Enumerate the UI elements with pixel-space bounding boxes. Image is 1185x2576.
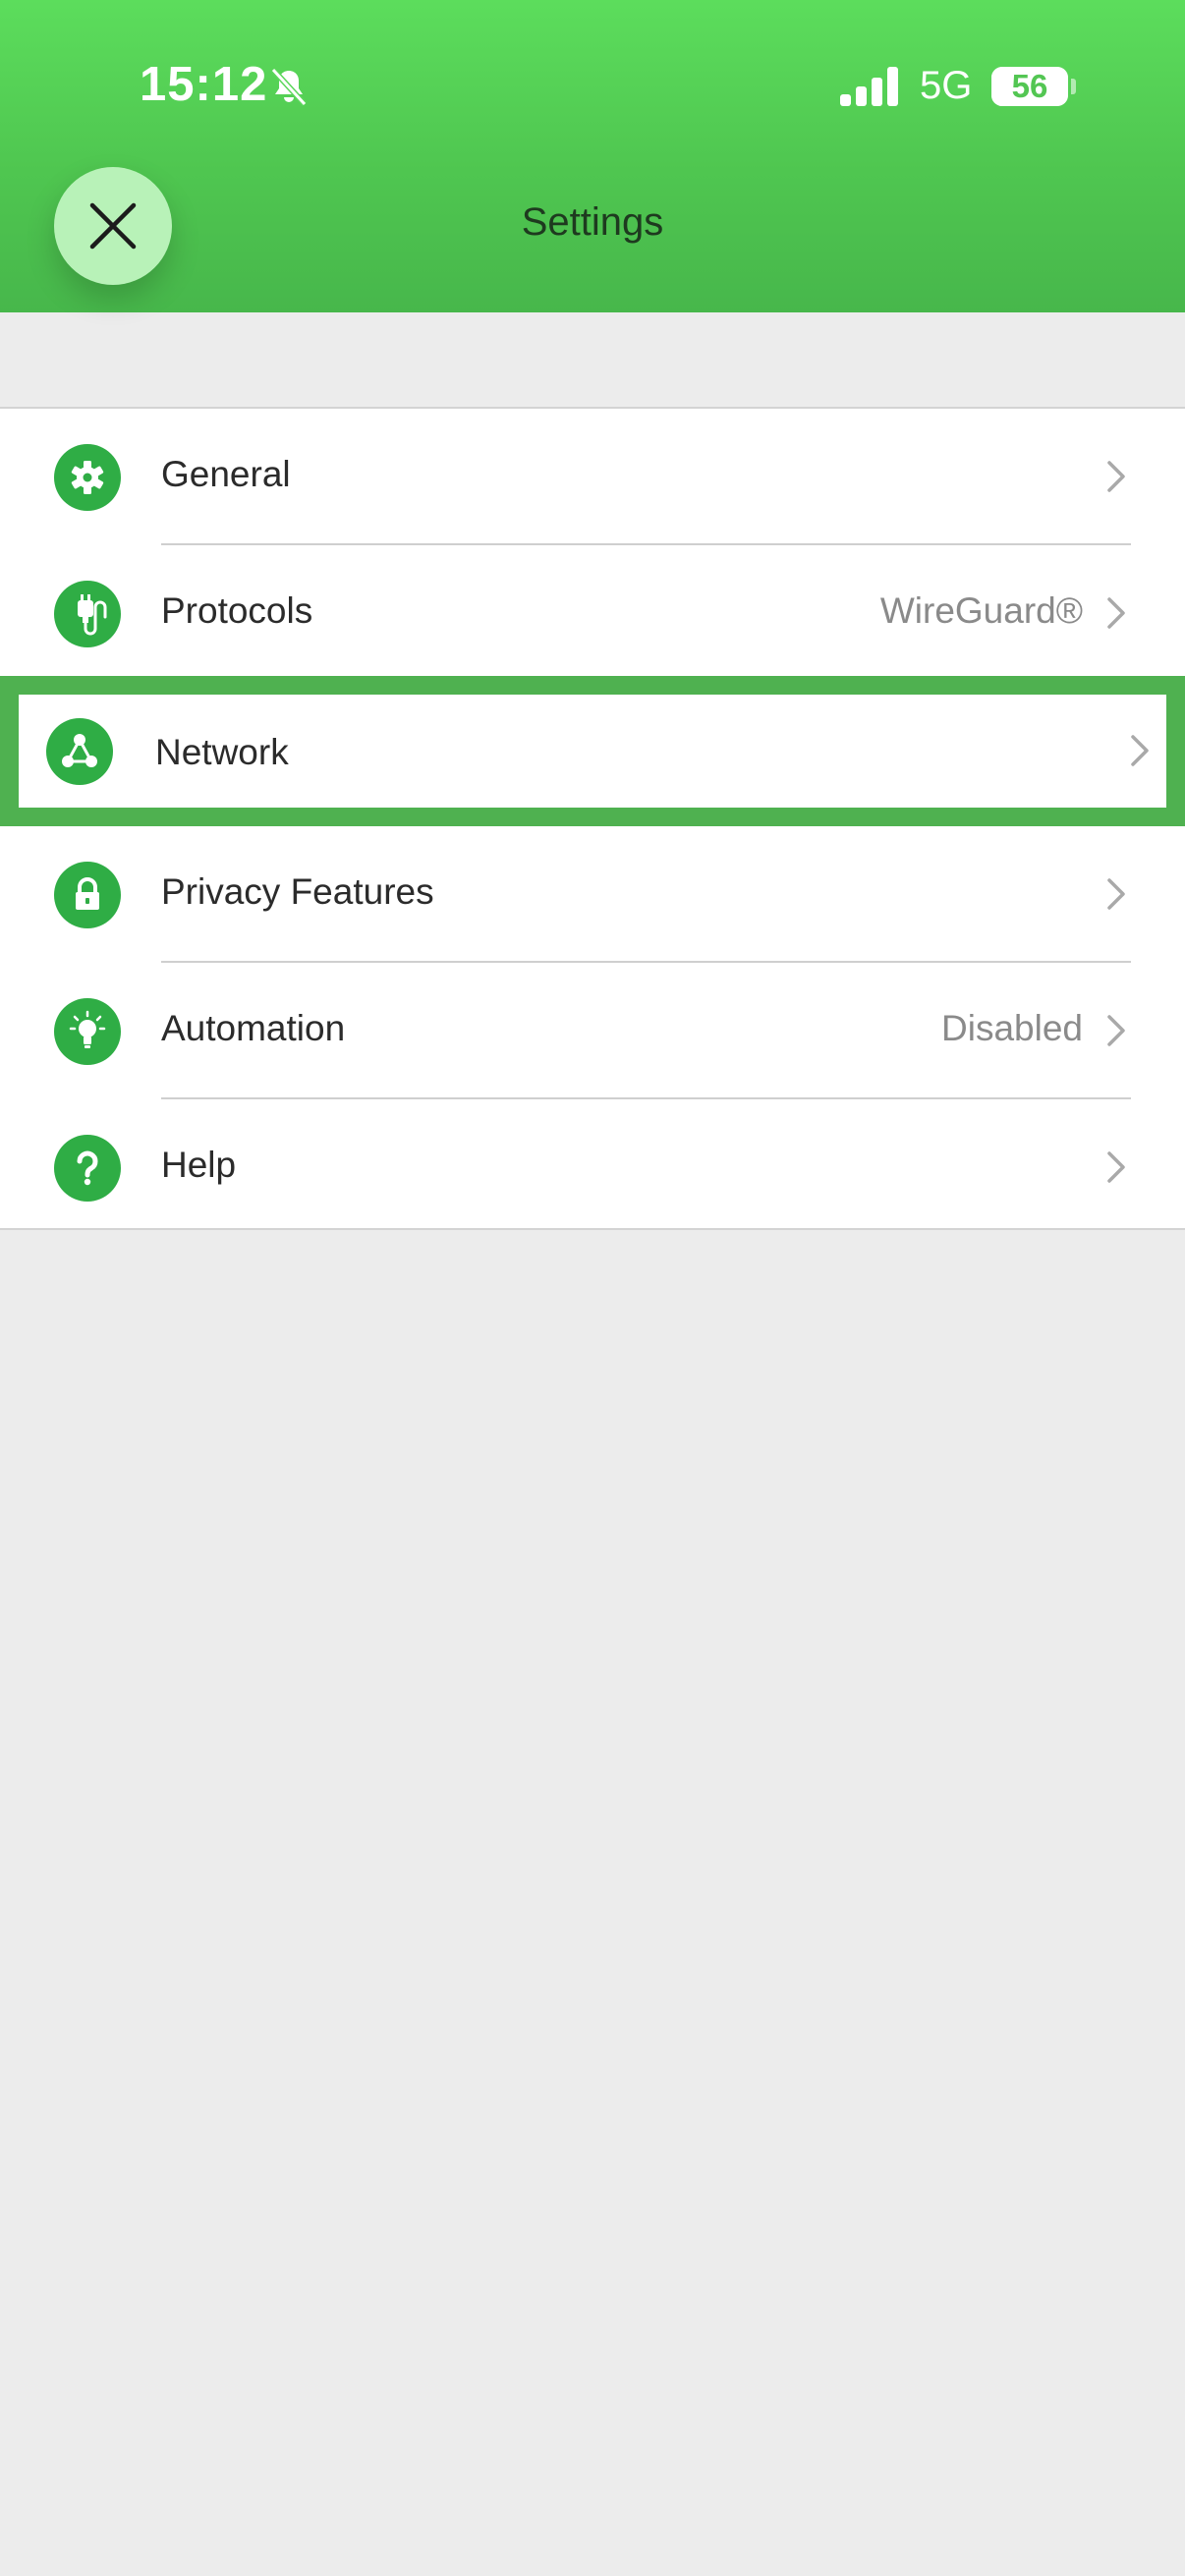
- settings-list: General Protocols WireGuard® Network Pri…: [0, 407, 1185, 1230]
- settings-item-help[interactable]: Help: [0, 1099, 1185, 1236]
- settings-item-automation[interactable]: Automation Disabled: [0, 963, 1185, 1099]
- chevron-right-icon: [1107, 597, 1125, 629]
- bell-off-icon: [270, 67, 308, 107]
- lightbulb-icon: [69, 1010, 106, 1048]
- network-type: 5G: [920, 64, 973, 107]
- signal-strength-icon: [840, 67, 898, 106]
- settings-item-label: Help: [161, 1145, 237, 1185]
- lock-icon: [76, 877, 99, 910]
- settings-item-label: General: [161, 454, 291, 494]
- page-title: Settings: [521, 200, 664, 244]
- status-bar: 15:12 5G 56: [0, 0, 1185, 177]
- chevron-right-icon: [1107, 1151, 1125, 1183]
- status-time: 15:12: [140, 58, 268, 111]
- chevron-right-icon: [1131, 735, 1149, 766]
- gear-icon: [71, 461, 104, 494]
- settings-item-protocols[interactable]: Protocols WireGuard®: [0, 545, 1185, 682]
- battery-level: 56: [1011, 68, 1048, 104]
- settings-item-privacy-features[interactable]: Privacy Features: [0, 826, 1185, 963]
- settings-item-label: Network: [155, 732, 289, 772]
- chevron-right-icon: [1107, 1015, 1125, 1046]
- settings-item-network[interactable]: Network: [0, 676, 1185, 826]
- settings-item-label: Privacy Features: [161, 871, 434, 912]
- protocol-plug-icon: [78, 594, 107, 636]
- app-header: 15:12 5G 56 Settings: [0, 0, 1185, 312]
- settings-item-label: Automation: [161, 1008, 346, 1048]
- battery-indicator: 56: [991, 67, 1068, 106]
- network-row-highlight: Network: [19, 695, 1166, 808]
- chevron-right-icon: [1107, 878, 1125, 910]
- network-nodes-icon: [62, 734, 97, 767]
- settings-item-label: Protocols: [161, 590, 313, 631]
- chevron-right-icon: [1107, 461, 1125, 492]
- settings-item-value: WireGuard®: [879, 590, 1083, 631]
- settings-item-general[interactable]: General: [0, 409, 1185, 545]
- settings-item-value: Disabled: [941, 1008, 1083, 1048]
- battery-cap: [1071, 79, 1076, 94]
- question-icon: [77, 1150, 98, 1186]
